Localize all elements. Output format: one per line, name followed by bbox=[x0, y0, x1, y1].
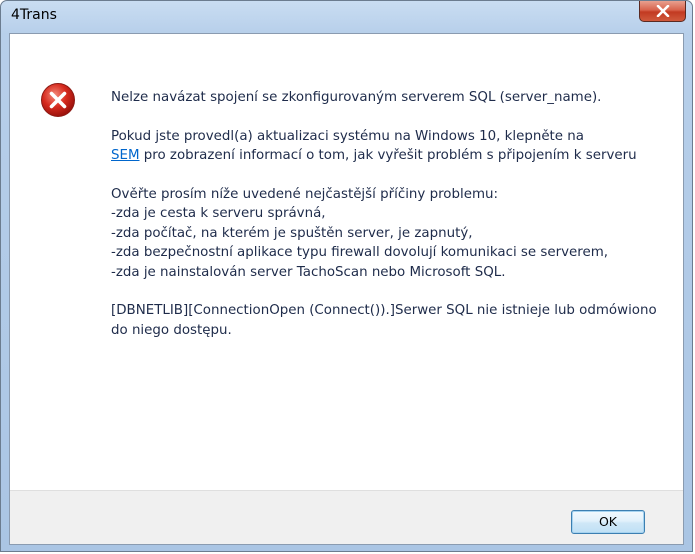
message-windows10-text-end: pro zobrazení informací o tom, jak vyřeš… bbox=[139, 148, 637, 163]
check-item: -zda je cesta k serveru správná, bbox=[111, 206, 326, 221]
message-main: Nelze navázat spojení se zkonfigurovaným… bbox=[111, 90, 602, 105]
window-title: 4Trans bbox=[11, 7, 57, 23]
error-message: Nelze navázat spojení se zkonfigurovaným… bbox=[111, 88, 671, 340]
check-item: -zda počítač, na kterém je spuštěn serve… bbox=[111, 225, 473, 241]
message-windows10-text: Pokud jste provedl(a) aktualizaci systém… bbox=[111, 128, 584, 144]
checks-intro: Ověřte prosím níže uvedené nejčastější p… bbox=[111, 186, 498, 202]
close-button[interactable] bbox=[639, 1, 686, 22]
dialog-window: 4Trans Nelze navázat spojení se zkonfigu… bbox=[0, 0, 693, 552]
sem-link[interactable]: SEM bbox=[111, 148, 140, 163]
ok-button[interactable]: OK bbox=[571, 510, 645, 534]
error-detail: [DBNETLIB][ConnectionOpen (Connect()).]S… bbox=[111, 303, 657, 338]
error-icon bbox=[41, 83, 75, 117]
check-item: -zda bezpečnostní aplikace typu firewall… bbox=[111, 245, 609, 260]
button-bar: OK bbox=[10, 490, 683, 544]
title-bar[interactable]: 4Trans bbox=[1, 1, 692, 33]
check-item: -zda je nainstalován server TachoScan ne… bbox=[111, 264, 506, 280]
message-windows10: Pokud jste provedl(a) aktualizaci systém… bbox=[111, 127, 671, 166]
close-icon bbox=[656, 5, 670, 17]
dialog-content: Nelze navázat spojení se zkonfigurovaným… bbox=[9, 33, 684, 545]
